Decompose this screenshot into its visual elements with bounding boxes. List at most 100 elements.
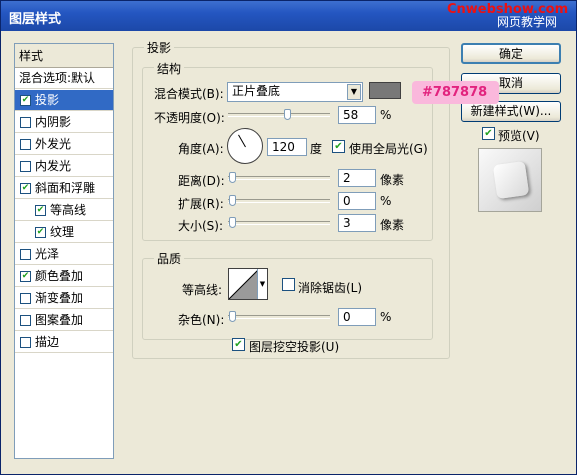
sidebar-item-checkbox[interactable] — [20, 117, 31, 128]
size-label: 大小(S): — [178, 219, 224, 233]
spread-slider[interactable] — [228, 199, 330, 203]
sidebar-item-label: 等高线 — [50, 203, 87, 217]
sidebar-item-checkbox[interactable] — [20, 293, 31, 304]
window-title: 图层样式 — [9, 12, 62, 27]
opacity-label: 不透明度(O): — [154, 111, 225, 125]
noise-slider[interactable] — [228, 315, 330, 319]
contour-preview-icon — [229, 269, 259, 299]
sidebar-item-label: 颜色叠加 — [35, 269, 84, 283]
distance-unit: 像素 — [380, 173, 405, 187]
sidebar-item-label: 斜面和浮雕 — [35, 181, 96, 195]
sidebar-item-label: 内发光 — [35, 159, 72, 173]
blend-mode-value: 正片叠底 — [232, 84, 281, 98]
anti-alias-checkbox[interactable]: ✔ — [282, 278, 295, 291]
sidebar-item[interactable]: 内发光 — [15, 156, 113, 177]
sidebar-item-checkbox[interactable] — [20, 337, 31, 348]
new-style-button[interactable]: 新建样式(W)... — [461, 101, 561, 122]
angle-label: 角度(A): — [178, 142, 224, 156]
styles-header-label: 样式 — [19, 49, 44, 63]
sidebar-item-label: 图案叠加 — [35, 313, 84, 327]
distance-slider-thumb[interactable] — [229, 172, 236, 183]
angle-input[interactable]: 120 — [267, 138, 307, 156]
contour-picker[interactable]: ▼ — [228, 268, 268, 300]
quality-title: 品质 — [154, 250, 185, 267]
sidebar-item[interactable]: 光泽 — [15, 244, 113, 265]
structure-title: 结构 — [154, 60, 185, 77]
sidebar-item-checkbox[interactable]: ✔ — [20, 95, 31, 106]
global-light-label: 使用全局光(G) — [349, 142, 428, 156]
sidebar-item[interactable]: 混合选项:默认 — [15, 68, 113, 89]
angle-needle — [238, 134, 246, 148]
sidebar-item-checkbox[interactable]: ✔ — [20, 183, 31, 194]
drop-shadow-title: 投影 — [144, 39, 175, 56]
sidebar-item[interactable]: 内阴影 — [15, 112, 113, 133]
contour-label: 等高线: — [182, 283, 223, 297]
styles-list: 样式 混合选项:默认 ✔ 投影内阴影外发光内发光 ✔ 斜面和浮雕 ✔ 等高线 ✔ 纹理光泽 ✔ 颜色… — [14, 43, 114, 459]
sidebar-item[interactable]: ✔ 投影 — [15, 90, 113, 111]
opacity-unit: % — [380, 108, 392, 122]
sidebar-item-label: 光泽 — [35, 247, 60, 261]
blend-mode-select[interactable]: 正片叠底 ▼ — [227, 82, 363, 102]
sidebar-item-label: 外发光 — [35, 137, 72, 151]
sidebar-item[interactable]: ✔ 等高线 — [15, 200, 113, 221]
knockout-checkbox[interactable]: ✔ — [232, 338, 245, 351]
spread-label: 扩展(R): — [178, 197, 224, 211]
sidebar-item-label: 混合选项:默认 — [19, 71, 96, 85]
color-annotation-tag: #787878 — [412, 81, 499, 104]
preview-checkbox[interactable]: ✔ — [482, 127, 495, 140]
noise-input[interactable]: 0 — [338, 308, 376, 326]
preview-label: 预览(V) — [498, 129, 540, 143]
sidebar-item-label: 投影 — [35, 93, 60, 107]
spread-input[interactable]: 0 — [338, 192, 376, 210]
sidebar-item-checkbox[interactable]: ✔ — [35, 205, 46, 216]
noise-unit: % — [380, 310, 392, 324]
opacity-input[interactable]: 58 — [338, 106, 376, 124]
style-preview-thumbnail — [478, 148, 542, 212]
sidebar-item[interactable]: 描边 — [15, 332, 113, 353]
size-slider-thumb[interactable] — [229, 217, 236, 228]
global-light-checkbox[interactable]: ✔ — [332, 140, 345, 153]
chevron-down-icon[interactable]: ▼ — [347, 84, 361, 100]
noise-slider-thumb[interactable] — [229, 311, 236, 322]
layer-style-dialog: 图层样式 Cnwebshow.com 网页教学网 样式 混合选项:默认 ✔ 投影内阴… — [0, 0, 577, 475]
ok-button[interactable]: 确定 — [461, 43, 561, 64]
blend-mode-label: 混合模式(B): — [154, 87, 224, 101]
size-slider[interactable] — [228, 221, 330, 225]
watermark-text: 网页教学网 — [497, 15, 558, 29]
spread-unit: % — [380, 194, 392, 208]
sidebar-item-label: 内阴影 — [35, 115, 72, 129]
sidebar-item[interactable]: ✔ 纹理 — [15, 222, 113, 243]
sidebar-item-checkbox[interactable]: ✔ — [35, 227, 46, 238]
sidebar-item-label: 描边 — [35, 335, 60, 349]
sidebar-item[interactable]: ✔ 斜面和浮雕 — [15, 178, 113, 199]
sidebar-item-label: 渐变叠加 — [35, 291, 84, 305]
angle-unit: 度 — [310, 142, 323, 156]
sidebar-item-checkbox[interactable]: ✔ — [20, 271, 31, 282]
distance-slider[interactable] — [228, 176, 330, 180]
distance-label: 距离(D): — [178, 174, 225, 188]
title-bar[interactable]: 图层样式 Cnwebshow.com 网页教学网 — [1, 1, 576, 31]
sidebar-item-checkbox[interactable] — [20, 161, 31, 172]
chevron-down-icon[interactable]: ▼ — [257, 269, 267, 299]
opacity-slider-thumb[interactable] — [284, 109, 291, 120]
size-unit: 像素 — [380, 218, 405, 232]
angle-dial[interactable] — [227, 128, 263, 164]
noise-label: 杂色(N): — [178, 313, 225, 327]
sidebar-item[interactable]: ✔ 颜色叠加 — [15, 266, 113, 287]
opacity-slider[interactable] — [228, 113, 330, 117]
sidebar-item-checkbox[interactable] — [20, 249, 31, 260]
sidebar-item-checkbox[interactable] — [20, 139, 31, 150]
knockout-label: 图层挖空投影(U) — [249, 340, 340, 354]
sidebar-item[interactable]: 外发光 — [15, 134, 113, 155]
spread-slider-thumb[interactable] — [229, 195, 236, 206]
distance-input[interactable]: 2 — [338, 169, 376, 187]
preview-shape-icon — [492, 160, 530, 200]
sidebar-item-checkbox[interactable] — [20, 315, 31, 326]
shadow-color-swatch[interactable] — [369, 82, 401, 99]
sidebar-item-label: 纹理 — [50, 225, 75, 239]
sidebar-item[interactable]: 渐变叠加 — [15, 288, 113, 309]
sidebar-item[interactable]: 图案叠加 — [15, 310, 113, 331]
size-input[interactable]: 3 — [338, 214, 376, 232]
styles-list-header: 样式 — [15, 44, 113, 68]
anti-alias-label: 消除锯齿(L) — [298, 281, 363, 295]
